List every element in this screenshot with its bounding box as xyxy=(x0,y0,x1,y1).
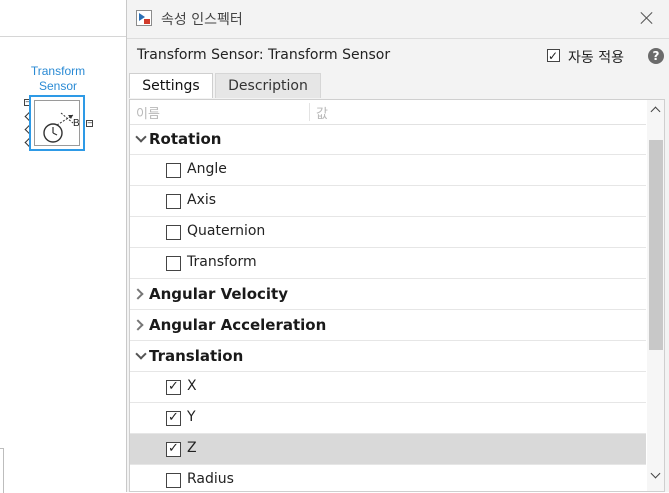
check-icon: ✓ xyxy=(168,410,179,425)
property-row-x[interactable]: ✓ X xyxy=(130,372,646,403)
block-title-line2: Sensor xyxy=(38,79,78,93)
chevron-right-icon[interactable] xyxy=(132,319,144,331)
property-label: Z xyxy=(187,440,197,456)
model-canvas[interactable]: Transform Sensor − F x y z B − xyxy=(0,0,126,493)
canvas-toolbar-strip xyxy=(0,0,126,37)
property-row-quaternion[interactable]: Quaternion xyxy=(130,217,646,248)
group-label: Rotation xyxy=(149,130,222,148)
group-label: Translation xyxy=(149,347,244,365)
scroll-down-icon[interactable] xyxy=(650,468,661,479)
help-icon[interactable]: ? xyxy=(648,48,664,64)
group-row-rotation[interactable]: Rotation xyxy=(130,124,646,155)
grid-header: 이름 값 xyxy=(130,100,646,125)
check-icon: ✓ xyxy=(168,379,179,394)
group-row-angular-acceleration[interactable]: Angular Acceleration xyxy=(130,310,646,341)
group-row-translation[interactable]: Translation xyxy=(130,341,646,372)
base-port-icon[interactable]: − xyxy=(86,120,93,127)
property-label: Quaternion xyxy=(187,223,266,239)
radius-checkbox[interactable] xyxy=(166,473,181,488)
property-row-radius[interactable]: Radius xyxy=(130,465,646,491)
property-inspector-icon xyxy=(136,10,152,26)
canvas-edge-fragment xyxy=(0,448,4,493)
property-label: Y xyxy=(187,409,196,425)
auto-apply-label: 자동 적용 xyxy=(568,50,624,66)
column-divider[interactable] xyxy=(309,103,310,121)
z-checkbox[interactable]: ✓ xyxy=(166,442,181,457)
check-icon: ✓ xyxy=(548,49,559,63)
block-name-label: Transform Sensor: Transform Sensor xyxy=(137,47,391,63)
inspector-header: Transform Sensor: Transform Sensor ✓ 자동 … xyxy=(127,38,669,73)
check-icon: ✓ xyxy=(168,441,179,456)
tab-settings[interactable]: Settings xyxy=(129,73,213,98)
property-row-axis[interactable]: Axis xyxy=(130,186,646,217)
property-row-transform[interactable]: Transform xyxy=(130,248,646,279)
angle-checkbox[interactable] xyxy=(166,163,181,178)
scroll-up-icon[interactable] xyxy=(650,106,661,117)
block-title[interactable]: Transform Sensor xyxy=(14,64,102,94)
property-row-angle[interactable]: Angle xyxy=(130,155,646,186)
group-label: Angular Velocity xyxy=(149,285,288,303)
column-header-value[interactable]: 값 xyxy=(316,103,328,122)
property-label: Angle xyxy=(187,161,227,177)
y-checkbox[interactable]: ✓ xyxy=(166,411,181,426)
scrollbar-thumb[interactable] xyxy=(649,140,663,350)
inspector-title-bar[interactable]: 속성 인스펙터 xyxy=(127,0,669,36)
property-label: Radius xyxy=(187,471,234,487)
tab-description[interactable]: Description xyxy=(215,73,321,98)
vertical-scrollbar[interactable] xyxy=(647,100,664,491)
auto-apply-checkbox[interactable]: ✓ xyxy=(547,49,560,63)
property-label: Axis xyxy=(187,192,217,208)
property-row-y[interactable]: ✓ Y xyxy=(130,403,646,434)
inspector-tabs: Settings Description xyxy=(127,73,669,99)
group-label: Angular Acceleration xyxy=(149,316,327,334)
property-grid: 이름 값 Rotation Angle Axis Quaternion Tran… xyxy=(129,99,665,492)
chevron-down-icon[interactable] xyxy=(135,348,147,360)
property-label: Transform xyxy=(187,254,257,270)
port-label-b: B xyxy=(73,118,80,129)
inspector-title: 속성 인스펙터 xyxy=(161,12,243,28)
block-title-line1: Transform xyxy=(30,64,86,78)
property-label: X xyxy=(187,378,197,394)
axis-checkbox[interactable] xyxy=(166,194,181,209)
group-row-angular-velocity[interactable]: Angular Velocity xyxy=(130,279,646,310)
column-header-name[interactable]: 이름 xyxy=(136,103,160,122)
property-row-z[interactable]: ✓ Z xyxy=(130,434,646,465)
property-inspector-panel: 속성 인스펙터 Transform Sensor: Transform Sens… xyxy=(126,0,669,492)
x-checkbox[interactable]: ✓ xyxy=(166,380,181,395)
chevron-right-icon[interactable] xyxy=(132,288,144,300)
transform-checkbox[interactable] xyxy=(166,256,181,271)
close-icon[interactable] xyxy=(637,8,657,28)
chevron-down-icon[interactable] xyxy=(135,131,147,143)
quaternion-checkbox[interactable] xyxy=(166,225,181,240)
